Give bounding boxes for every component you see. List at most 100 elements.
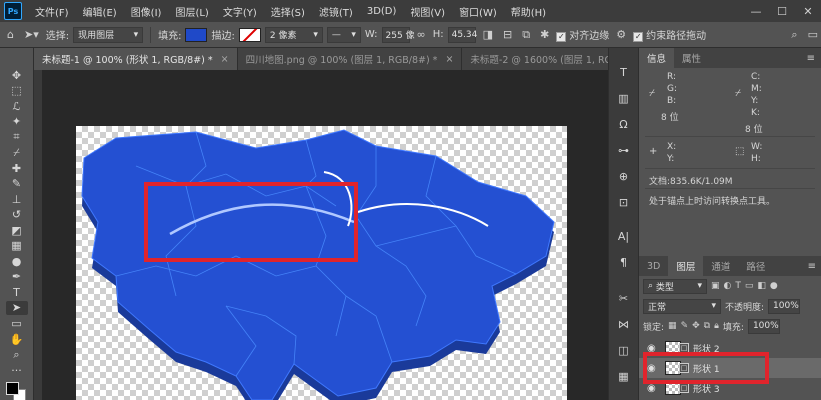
- hand-tool-icon[interactable]: ✋: [6, 332, 28, 347]
- styles-panel-icon[interactable]: ⊕: [614, 166, 634, 186]
- crop-tool-icon[interactable]: ⌗: [6, 130, 28, 145]
- menu-file[interactable]: 文件(F): [28, 4, 76, 19]
- lock-position-icon[interactable]: ✥: [692, 321, 700, 331]
- menu-type[interactable]: 文字(Y): [216, 4, 264, 19]
- panel-menu-icon[interactable]: ≡: [808, 261, 821, 272]
- more-tools-icon[interactable]: ···: [6, 363, 28, 378]
- path-arrangement-icon[interactable]: ⧉: [519, 28, 533, 42]
- direct-select-arrow-icon[interactable]: ➤▾: [21, 28, 42, 41]
- close-icon[interactable]: ×: [445, 54, 453, 65]
- marquee-tool-icon[interactable]: ⬚: [6, 84, 28, 99]
- move-tool-icon[interactable]: ✥: [6, 68, 28, 83]
- height-input[interactable]: 45.34: [447, 26, 477, 43]
- filter-adjust-icon[interactable]: ◐: [724, 281, 732, 291]
- magic-wand-tool-icon[interactable]: ✦: [6, 115, 28, 130]
- menu-layer[interactable]: 图层(L): [168, 4, 215, 19]
- character-panel-icon[interactable]: T: [614, 62, 634, 82]
- tab-untitled-1[interactable]: 未标题-1 @ 100% (形状 1, RGB/8#) * ×: [34, 48, 238, 70]
- menu-3d[interactable]: 3D(D): [360, 6, 404, 17]
- close-icon[interactable]: ✕: [795, 0, 821, 22]
- swatches-panel-icon[interactable]: ▦: [614, 366, 634, 386]
- tab-sichuan-map[interactable]: 四川地图.png @ 100% (图层 1, RGB/8#) * ×: [238, 48, 463, 70]
- channels-panel-icon[interactable]: ⋈: [614, 314, 634, 334]
- maximize-icon[interactable]: ☐: [769, 0, 795, 22]
- foreground-color[interactable]: [5, 382, 19, 396]
- fill-swatch[interactable]: [185, 27, 208, 42]
- filter-type-icon[interactable]: T: [735, 281, 741, 291]
- healing-brush-icon[interactable]: ✚: [6, 161, 28, 176]
- tab-info[interactable]: 信息: [639, 48, 675, 68]
- canvas-workspace[interactable]: [34, 70, 608, 400]
- filter-smart-icon[interactable]: ◧: [757, 281, 766, 291]
- pilcrow-icon[interactable]: ¶: [614, 252, 634, 272]
- filter-toggle-icon[interactable]: ●: [770, 281, 778, 291]
- workspace-icon[interactable]: ▭: [805, 28, 821, 41]
- lock-transparent-icon[interactable]: ▦: [668, 321, 677, 331]
- fill-input[interactable]: 100%: [747, 318, 780, 334]
- link-icon[interactable]: ∞: [414, 28, 429, 41]
- menu-view[interactable]: 视图(V): [403, 4, 452, 19]
- paragraph-panel-icon[interactable]: ▥: [614, 88, 634, 108]
- lock-all-icon[interactable]: 🔒︎: [714, 321, 719, 331]
- path-alignment-icon[interactable]: ⊟: [500, 28, 515, 41]
- menu-help[interactable]: 帮助(H): [504, 4, 553, 19]
- blend-mode-dropdown[interactable]: 正常 ▾: [643, 298, 721, 314]
- home-icon[interactable]: ⌂: [4, 28, 17, 41]
- shape-tool-icon[interactable]: ▭: [6, 316, 28, 331]
- menu-image[interactable]: 图像(I): [124, 4, 169, 19]
- menu-edit[interactable]: 编辑(E): [76, 4, 124, 19]
- settings-icon[interactable]: ⚙: [613, 28, 629, 41]
- search-icon[interactable]: ⌕: [788, 28, 800, 42]
- brush-tool-icon[interactable]: ✎: [6, 177, 28, 192]
- eyedropper-tool-icon[interactable]: ⌿: [6, 146, 28, 161]
- tab-properties[interactable]: 属性: [674, 48, 709, 68]
- eraser-tool-icon[interactable]: ◩: [6, 223, 28, 238]
- stroke-type-dropdown[interactable]: — ▾: [326, 26, 361, 43]
- color-swatches[interactable]: [5, 382, 28, 400]
- path-operations-icon[interactable]: ◨: [480, 28, 496, 41]
- info-hint: 处于锚点上时访问转换点工具。: [649, 197, 776, 207]
- type-panel-icon[interactable]: A|: [614, 226, 634, 246]
- filter-shape-icon[interactable]: ▭: [745, 281, 754, 291]
- menu-filter[interactable]: 滤镜(T): [312, 4, 360, 19]
- stroke-width-field[interactable]: 2 像素 ▾: [264, 26, 323, 43]
- stroke-swatch[interactable]: [238, 27, 261, 42]
- eye-icon[interactable]: ◉: [647, 383, 661, 394]
- history-panel-icon[interactable]: ⊡: [614, 192, 634, 212]
- libraries-icon[interactable]: ◫: [614, 340, 634, 360]
- opacity-input[interactable]: 100%: [768, 298, 801, 314]
- filter-pixel-icon[interactable]: ▣: [711, 281, 720, 291]
- minimize-icon[interactable]: —: [743, 0, 769, 22]
- document-canvas[interactable]: [76, 126, 567, 400]
- type-tool-icon[interactable]: T: [6, 285, 28, 300]
- gradient-tool-icon[interactable]: ▦: [6, 239, 28, 254]
- tab-paths[interactable]: 路径: [738, 256, 773, 276]
- dodge-tool-icon[interactable]: ●: [6, 254, 28, 269]
- lock-image-icon[interactable]: ✎: [681, 321, 689, 331]
- tools-preset-icon[interactable]: ✂: [614, 288, 634, 308]
- tab-channels[interactable]: 通道: [703, 256, 738, 276]
- glyphs-panel-icon[interactable]: Ω: [614, 114, 634, 134]
- layer-kind-filter[interactable]: ⌕ 类型 ▾: [643, 278, 707, 294]
- close-icon[interactable]: ×: [221, 54, 229, 65]
- menu-select[interactable]: 选择(S): [264, 4, 312, 19]
- zoom-tool-icon[interactable]: ⌕: [6, 347, 28, 362]
- lasso-tool-icon[interactable]: ℒ: [6, 99, 28, 114]
- panel-menu-icon[interactable]: ≡: [807, 53, 821, 64]
- constrain-path-checkbox[interactable]: ✓ 约束路径拖动: [633, 27, 706, 42]
- clone-stamp-icon[interactable]: ⊥: [6, 192, 28, 207]
- pen-tool-icon[interactable]: ✒: [6, 270, 28, 285]
- fill-label: 填充:: [722, 322, 744, 333]
- gear-icon[interactable]: ✱: [537, 28, 552, 41]
- tab-layers[interactable]: 图层: [668, 256, 704, 276]
- align-edges-checkbox[interactable]: ✓ 对齐边缘: [556, 27, 609, 42]
- history-brush-icon[interactable]: ↺: [6, 208, 28, 223]
- search-icon: ⌕: [648, 281, 654, 291]
- lock-artboard-icon[interactable]: ⧉: [704, 321, 710, 331]
- menu-window[interactable]: 窗口(W): [452, 4, 504, 19]
- adjustments-panel-icon[interactable]: ⊶: [614, 140, 634, 160]
- tab-3d[interactable]: 3D: [639, 256, 668, 276]
- select-layer-dropdown[interactable]: 现用图层 ▾: [73, 26, 144, 43]
- width-input[interactable]: 255 像: [381, 26, 415, 43]
- direct-selection-tool-icon[interactable]: ➤: [5, 300, 28, 316]
